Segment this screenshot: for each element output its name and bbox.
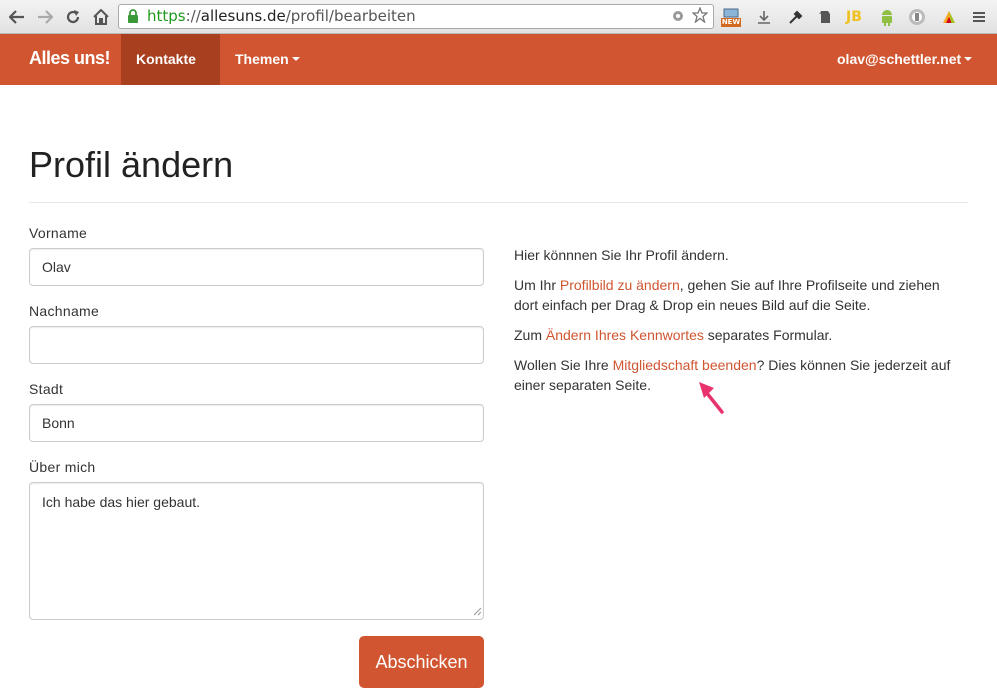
url-path: /profil/bearbeiten — [285, 7, 416, 25]
about-textarea[interactable]: Ich habe das hier gebaut. — [29, 482, 484, 620]
stadt-label: Stadt — [29, 381, 64, 397]
forward-icon[interactable] — [34, 6, 56, 28]
lock-icon — [128, 9, 138, 23]
info-password: Zum Ändern Ihres Kennwortes separates Fo… — [514, 325, 964, 345]
caret-down-icon — [139, 108, 147, 113]
eyedropper-icon[interactable] — [787, 7, 805, 27]
new-extension-icon[interactable]: NEW — [720, 7, 742, 27]
change-password-link[interactable]: Ändern Ihres Kennwortes — [546, 327, 704, 343]
download-icon[interactable] — [755, 7, 773, 27]
vorname-label: Vorname — [29, 225, 88, 241]
caret-down-icon — [964, 57, 973, 62]
caret-down-icon — [291, 57, 300, 62]
resize-handle-icon[interactable] — [472, 606, 482, 616]
nachname-label: Nachname — [29, 303, 100, 319]
url-separator: :// — [185, 7, 201, 25]
url-host: allesuns.de — [200, 7, 286, 25]
star-icon[interactable] — [692, 7, 708, 23]
page-title: Profil ändern — [29, 144, 234, 185]
nav-kontakte-dropdown[interactable]: Kontakte — [121, 34, 220, 113]
info-text: Zum — [514, 327, 546, 343]
nav-themen-label: Themen — [235, 51, 289, 67]
site-navbar: Alles uns! Kontakte Themen olav@schettle… — [0, 34, 997, 113]
reload-icon[interactable] — [62, 6, 84, 28]
header-divider — [29, 202, 968, 203]
info-text: Um Ihr — [514, 277, 560, 293]
browser-toolbar: https://allesuns.de/profil/bearbeiten NE… — [0, 0, 997, 34]
brand-logo[interactable]: Alles uns! — [29, 48, 111, 69]
adblock-icon[interactable] — [908, 7, 926, 27]
settings-icon[interactable] — [670, 8, 686, 24]
nav-kontakte-label: Kontakte — [136, 51, 196, 67]
vorname-input[interactable] — [29, 248, 484, 286]
nav-themen-dropdown[interactable]: Themen — [220, 34, 315, 85]
android-icon[interactable] — [878, 7, 896, 27]
jb-icon[interactable]: JB — [845, 7, 863, 27]
evernote-icon[interactable] — [816, 7, 834, 27]
url-scheme: https — [147, 7, 186, 25]
nachname-input[interactable] — [29, 326, 484, 364]
back-icon[interactable] — [6, 6, 28, 28]
about-label: Über mich — [29, 459, 96, 475]
menu-icon[interactable] — [970, 7, 988, 27]
home-icon[interactable] — [90, 6, 112, 28]
info-intro: Hier könnnen Sie Ihr Profil ändern. — [514, 247, 729, 263]
annotation-arrow-icon — [699, 382, 724, 414]
user-email: olav@schettler.net — [837, 51, 962, 67]
info-profile-picture: Um Ihr Profilbild zu ändern, gehen Sie a… — [514, 275, 964, 315]
info-text: Wollen Sie Ihre — [514, 357, 613, 373]
user-menu-dropdown[interactable]: olav@schettler.net — [822, 34, 987, 85]
new-badge: NEW — [720, 17, 742, 27]
submit-button[interactable]: Abschicken — [359, 636, 484, 688]
end-membership-link[interactable]: Mitgliedschaft beenden — [613, 357, 757, 373]
jb-label: JB — [846, 9, 862, 25]
profile-picture-link[interactable]: Profilbild zu ändern — [560, 277, 680, 293]
info-membership: Wollen Sie Ihre Mitgliedschaft beenden? … — [514, 355, 964, 395]
url-bar[interactable]: https://allesuns.de/profil/bearbeiten — [118, 4, 714, 29]
stadt-input[interactable] — [29, 404, 484, 442]
color-picker-icon[interactable] — [940, 7, 958, 27]
info-text: separates Formular. — [703, 327, 833, 343]
